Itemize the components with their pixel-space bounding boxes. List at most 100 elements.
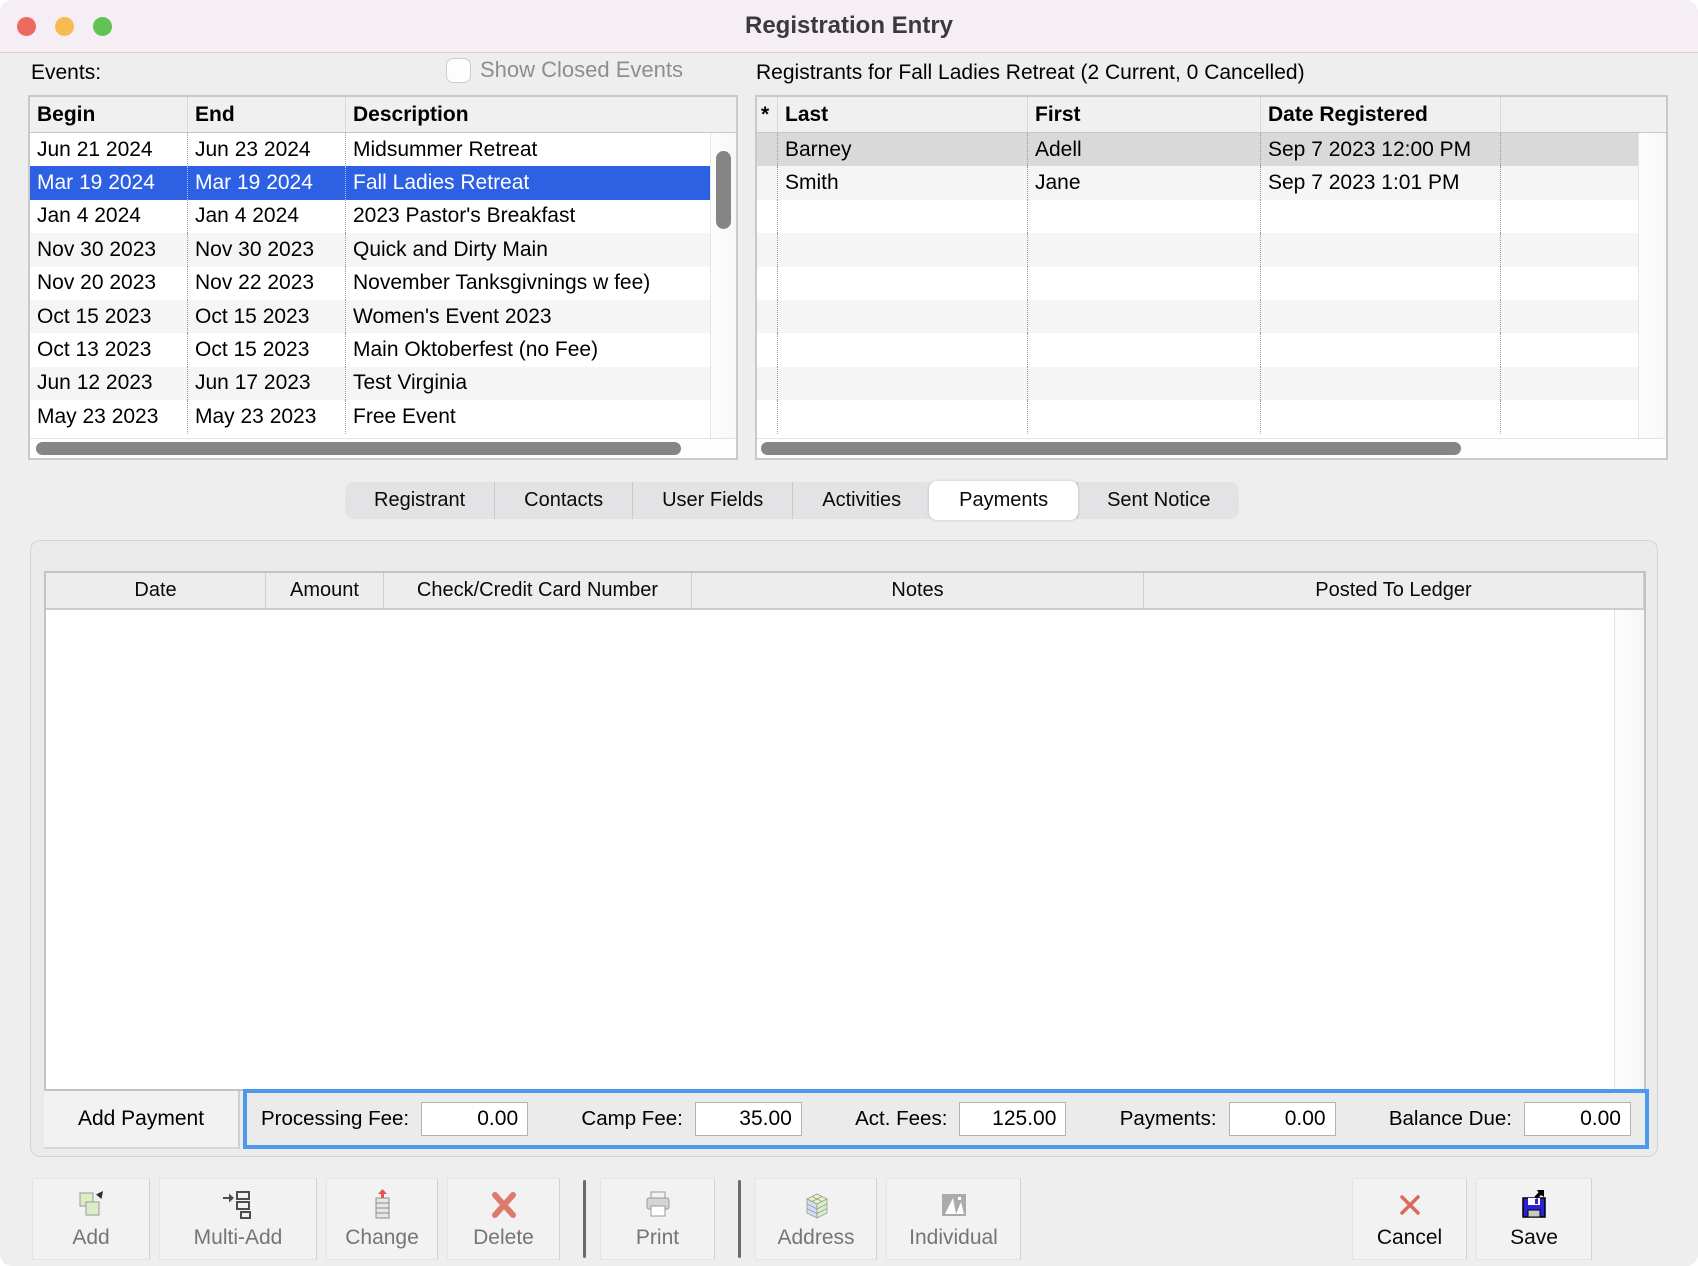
print-button[interactable]: Print: [600, 1178, 715, 1260]
events-horizontal-scroll-thumb[interactable]: [36, 442, 681, 455]
event-row[interactable]: May 23 2023May 23 2023Free Event: [30, 400, 710, 433]
close-window-icon[interactable]: [17, 17, 36, 36]
add-button[interactable]: Add: [32, 1178, 150, 1260]
fee-value-field[interactable]: 0.00: [421, 1102, 528, 1136]
events-vertical-scrollbar[interactable]: [710, 133, 736, 438]
payments-column-header: Date: [46, 573, 266, 608]
individual-button[interactable]: Individual: [886, 1178, 1021, 1260]
event-begin-cell: Nov 20 2023: [30, 267, 188, 300]
multi-add-button[interactable]: Multi-Add: [159, 1178, 317, 1260]
registrant-flag-cell: [757, 300, 778, 333]
tab-activities[interactable]: Activities: [792, 482, 930, 519]
event-row[interactable]: Jan 4 2024Jan 4 20242023 Pastor's Breakf…: [30, 200, 710, 233]
events-horizontal-scrollbar[interactable]: [30, 438, 736, 458]
registrant-date-cell: Sep 7 2023 12:00 PM: [1261, 133, 1501, 166]
registrants-horizontal-scrollbar[interactable]: [757, 438, 1666, 458]
event-row[interactable]: Jun 21 2024Jun 23 2024Midsummer Retreat: [30, 133, 710, 166]
registrant-flag-cell: [757, 400, 778, 433]
fee-value-field[interactable]: 0.00: [1524, 1102, 1631, 1136]
events-column-header: Begin: [30, 97, 188, 132]
event-end-cell: Jun 23 2024: [188, 133, 346, 166]
show-closed-events-label: Show Closed Events: [480, 57, 683, 83]
tab-user-fields[interactable]: User Fields: [632, 482, 792, 519]
tab-sent-notice[interactable]: Sent Notice: [1077, 482, 1239, 519]
registrant-flag-cell: [757, 200, 778, 233]
events-vertical-scroll-thumb[interactable]: [716, 151, 731, 229]
registrants-table-header: *LastFirstDate Registered: [757, 97, 1666, 133]
address-icon: [799, 1188, 833, 1222]
fee-value-field[interactable]: 125.00: [959, 1102, 1066, 1136]
registrants-column-header-filler: [1501, 97, 1666, 132]
registrant-first-cell: [1028, 233, 1261, 266]
event-row[interactable]: Nov 20 2023Nov 22 2023November Tanksgivn…: [30, 267, 710, 300]
event-begin-cell: Jun 12 2023: [30, 367, 188, 400]
save-button[interactable]: Save: [1476, 1178, 1592, 1260]
registrant-flag-cell: [757, 267, 778, 300]
fee-value-field[interactable]: 0.00: [1229, 1102, 1336, 1136]
cancel-button[interactable]: Cancel: [1352, 1178, 1467, 1260]
checkbox-icon[interactable]: [446, 58, 471, 83]
event-begin-cell: Jan 4 2024: [30, 200, 188, 233]
toolbar: AddMulti-AddChangeDelete Print Address Indi…: [32, 1178, 1021, 1260]
payments-column-header: Amount: [266, 573, 384, 608]
event-row[interactable]: Jun 12 2023Jun 17 2023Test Virginia: [30, 367, 710, 400]
fee-value-field[interactable]: 35.00: [695, 1102, 802, 1136]
payments-vertical-scrollbar[interactable]: [1614, 610, 1644, 1089]
registrant-first-cell: [1028, 333, 1261, 366]
address-button[interactable]: Address: [755, 1178, 877, 1260]
registrant-flag-cell: [757, 133, 778, 166]
add-payment-button[interactable]: Add Payment: [44, 1091, 240, 1149]
add-icon: [74, 1188, 108, 1222]
registrants-column-header: *: [757, 97, 778, 132]
delete-icon: [487, 1188, 521, 1222]
event-description-cell: Women's Event 2023: [346, 300, 710, 333]
registrants-vertical-scrollbar[interactable]: [1638, 133, 1666, 438]
registrant-filler-cell: [1501, 166, 1638, 199]
event-row[interactable]: Nov 30 2023Nov 30 2023Quick and Dirty Ma…: [30, 233, 710, 266]
event-row[interactable]: Oct 15 2023Oct 15 2023Women's Event 2023: [30, 300, 710, 333]
registrant-filler-cell: [1501, 367, 1638, 400]
show-closed-events-checkbox[interactable]: Show Closed Events: [446, 57, 683, 83]
registrants-horizontal-scroll-thumb[interactable]: [761, 442, 1461, 455]
individual-button-label: Individual: [909, 1226, 998, 1250]
event-end-cell: Oct 15 2023: [188, 300, 346, 333]
tab-contacts[interactable]: Contacts: [494, 482, 632, 519]
registrant-row[interactable]: BarneyAdellSep 7 2023 12:00 PM: [757, 133, 1638, 166]
zoom-window-icon[interactable]: [93, 17, 112, 36]
toolbar-group-divider: [583, 1180, 586, 1258]
delete-button[interactable]: Delete: [447, 1178, 560, 1260]
tab-registrant[interactable]: Registrant: [345, 482, 494, 519]
tab-payments[interactable]: Payments: [929, 481, 1078, 520]
change-icon: [365, 1188, 399, 1222]
change-button[interactable]: Change: [326, 1178, 438, 1260]
event-row[interactable]: Mar 19 2024Mar 19 2024Fall Ladies Retrea…: [30, 166, 710, 199]
registrants-column-header: Date Registered: [1261, 97, 1501, 132]
event-description-cell: Midsummer Retreat: [346, 133, 710, 166]
print-icon: [641, 1188, 675, 1222]
event-description-cell: Main Oktoberfest (no Fee): [346, 333, 710, 366]
events-column-header: Description: [346, 97, 736, 132]
window-title: Registration Entry: [745, 12, 953, 40]
registrant-empty-row: [757, 200, 1638, 233]
event-description-cell: Fall Ladies Retreat: [346, 166, 710, 199]
payments-column-header: Posted To Ledger: [1144, 573, 1644, 608]
registrant-row[interactable]: SmithJaneSep 7 2023 1:01 PM: [757, 166, 1638, 199]
event-row[interactable]: Oct 13 2023Oct 15 2023Main Oktoberfest (…: [30, 333, 710, 366]
registrant-last-cell: [778, 200, 1028, 233]
fee-group: Act. Fees:125.00: [855, 1102, 1066, 1136]
payments-column-header: Check/Credit Card Number: [384, 573, 692, 608]
registrant-first-cell: Adell: [1028, 133, 1261, 166]
cancel-x-icon: [1393, 1188, 1427, 1222]
minimize-window-icon[interactable]: [55, 17, 74, 36]
registrant-filler-cell: [1501, 300, 1638, 333]
event-end-cell: Jan 4 2024: [188, 200, 346, 233]
save-button-label: Save: [1510, 1226, 1558, 1250]
payments-panel: DateAmountCheck/Credit Card NumberNotesP…: [30, 540, 1658, 1157]
events-table-header: BeginEndDescription: [30, 97, 736, 133]
registrant-flag-cell: [757, 233, 778, 266]
detail-tabbar: RegistrantContactsUser FieldsActivitiesP…: [345, 482, 1239, 519]
event-begin-cell: May 23 2023: [30, 400, 188, 433]
events-table-body: Jun 21 2024Jun 23 2024Midsummer RetreatM…: [30, 133, 710, 438]
payments-table: DateAmountCheck/Credit Card NumberNotesP…: [44, 571, 1646, 1091]
registrant-date-cell: [1261, 333, 1501, 366]
